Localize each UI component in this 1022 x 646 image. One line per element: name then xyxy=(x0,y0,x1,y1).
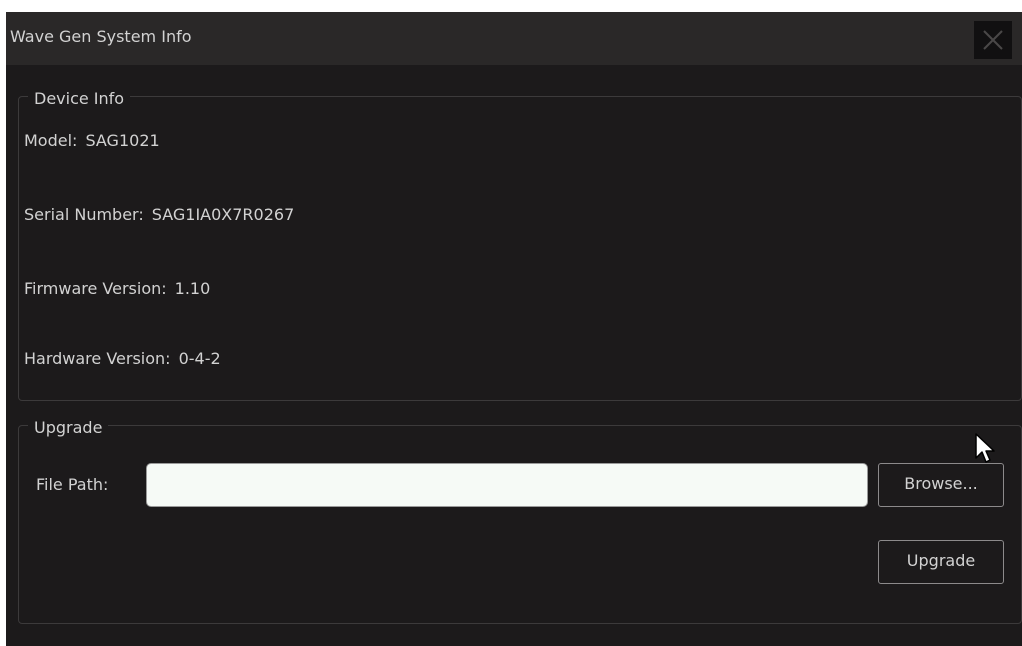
model-value: SAG1021 xyxy=(85,131,160,150)
file-path-label: File Path: xyxy=(36,475,109,494)
serial-number-value: SAG1IA0X7R0267 xyxy=(151,205,295,224)
hardware-version-row: Hardware Version: 0-4-2 xyxy=(24,349,221,369)
hardware-version-value: 0-4-2 xyxy=(178,349,221,368)
serial-number-row: Serial Number: SAG1IA0X7R0267 xyxy=(24,205,294,225)
upgrade-legend: Upgrade xyxy=(28,418,109,438)
browse-button[interactable]: Browse... xyxy=(878,463,1004,507)
upgrade-group xyxy=(18,425,1022,624)
title-bar: Wave Gen System Info xyxy=(6,12,1022,65)
firmware-version-label: Firmware Version: xyxy=(24,279,167,298)
close-button[interactable] xyxy=(974,21,1012,59)
device-info-legend: Device Info xyxy=(28,89,131,109)
model-row: Model: SAG1021 xyxy=(24,131,160,151)
system-info-dialog: Wave Gen System Info Device Info Model: S… xyxy=(6,12,1022,646)
close-icon xyxy=(983,30,1003,50)
file-path-input[interactable] xyxy=(146,463,868,507)
window-title: Wave Gen System Info xyxy=(10,27,192,46)
mouse-pointer-icon xyxy=(975,433,995,463)
firmware-version-value: 1.10 xyxy=(174,279,211,298)
serial-number-label: Serial Number: xyxy=(24,205,144,224)
model-label: Model: xyxy=(24,131,78,150)
upgrade-button[interactable]: Upgrade xyxy=(878,540,1004,584)
firmware-version-row: Firmware Version: 1.10 xyxy=(24,279,210,299)
hardware-version-label: Hardware Version: xyxy=(24,349,171,368)
